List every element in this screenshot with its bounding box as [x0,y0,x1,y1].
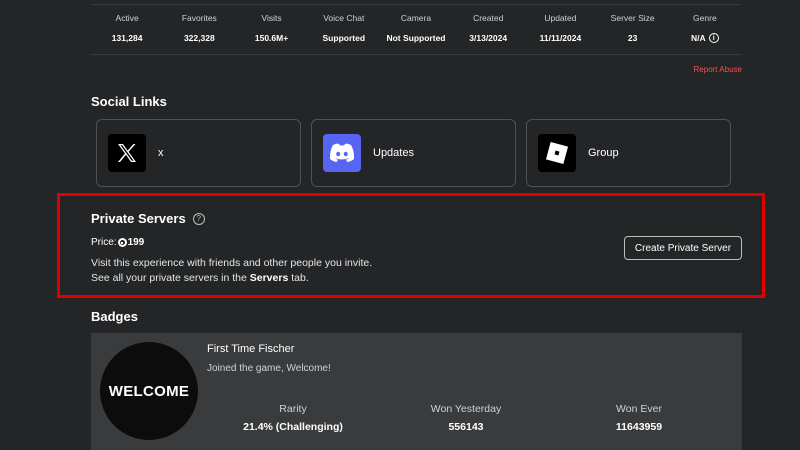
private-servers-title: Private Servers [91,211,186,226]
badge-image: WELCOME [100,342,198,440]
servers-tab-link[interactable]: Servers [250,272,289,284]
x-logo-icon [108,134,146,172]
badge-name[interactable]: First Time Fischer [207,343,294,355]
stat-value: 11/11/2024 [539,33,582,43]
stat-genre: Genre N/A i [669,5,741,54]
stat-updated: Updated 11/11/2024 [524,5,596,54]
stat-label: Favorites [181,13,217,23]
note-text-end: tab. [288,272,309,284]
stat-value: 23 [627,33,638,43]
stat-value: Not Supported [386,33,446,43]
stat-label: Server Size [610,13,655,23]
badge-stat-rarity: Rarity 21.4% (Challenging) [233,403,353,433]
stat-label: Active [115,13,139,23]
stat-label: Visits [261,13,282,23]
stat-label: Created [473,13,504,23]
stat-value: 131,284 [111,33,143,43]
genre-value: N/A [691,33,706,43]
social-link-discord[interactable]: Updates [311,119,516,187]
stat-value: N/A i [691,33,719,43]
badge-stat-won-ever: Won Ever 11643959 [579,403,699,433]
private-servers-description: Visit this experience with friends and o… [91,257,373,269]
badge-image-text: WELCOME [108,382,190,400]
help-icon[interactable]: ? [192,212,205,225]
badge-stat-value: 21.4% (Challenging) [243,421,343,433]
stat-voice-chat: Voice Chat Supported [308,5,380,54]
report-abuse-link[interactable]: Report Abuse [694,65,742,74]
stat-value: 150.6M+ [254,33,289,43]
stat-active: Active 131,284 [91,5,163,54]
discord-logo-icon [323,134,361,172]
price-label: Price: [91,237,117,248]
private-server-price: Price: 199 [91,237,144,248]
stat-visits: Visits 150.6M+ [235,5,307,54]
stat-camera: Camera Not Supported [380,5,452,54]
social-link-label: Group [588,147,619,159]
note-text: See all your private servers in the [91,272,250,284]
badge-stat-won-yesterday: Won Yesterday 556143 [406,403,526,433]
badge-stat-label: Won Yesterday [430,403,502,415]
private-servers-note: See all your private servers in the Serv… [91,272,309,284]
price-value: 199 [127,237,145,248]
stat-label: Camera [400,13,432,23]
social-links-row: x Updates Group [96,119,731,187]
social-link-x[interactable]: x [96,119,301,187]
stat-server-size: Server Size 23 [597,5,669,54]
stat-value: 3/13/2024 [469,33,508,43]
social-link-label: Updates [373,147,414,159]
badge-stat-value: 11643959 [615,421,663,433]
game-stats-bar: Active 131,284 Favorites 322,328 Visits … [91,4,741,55]
create-private-server-button[interactable]: Create Private Server [624,236,742,260]
badges-title: Badges [91,309,138,324]
stat-created: Created 3/13/2024 [452,5,524,54]
roblox-logo-icon [538,134,576,172]
stat-value: Supported [322,33,366,43]
stat-label: Voice Chat [323,13,365,23]
badge-card[interactable]: WELCOME First Time Fischer Joined the ga… [91,333,742,450]
social-link-group[interactable]: Group [526,119,731,187]
stat-favorites: Favorites 322,328 [163,5,235,54]
badge-stat-value: 556143 [448,421,484,433]
badge-stat-label: Rarity [279,403,307,415]
stat-label: Genre [693,13,717,23]
badge-description: Joined the game, Welcome! [207,363,331,374]
info-icon[interactable]: i [708,33,719,43]
stat-label: Updated [544,13,577,23]
badge-stat-label: Won Ever [616,403,662,415]
stat-value: 322,328 [183,33,215,43]
private-servers-header: Private Servers ? [91,211,205,226]
social-link-label: x [158,147,164,159]
robux-icon [117,238,127,247]
social-links-title: Social Links [91,94,167,109]
